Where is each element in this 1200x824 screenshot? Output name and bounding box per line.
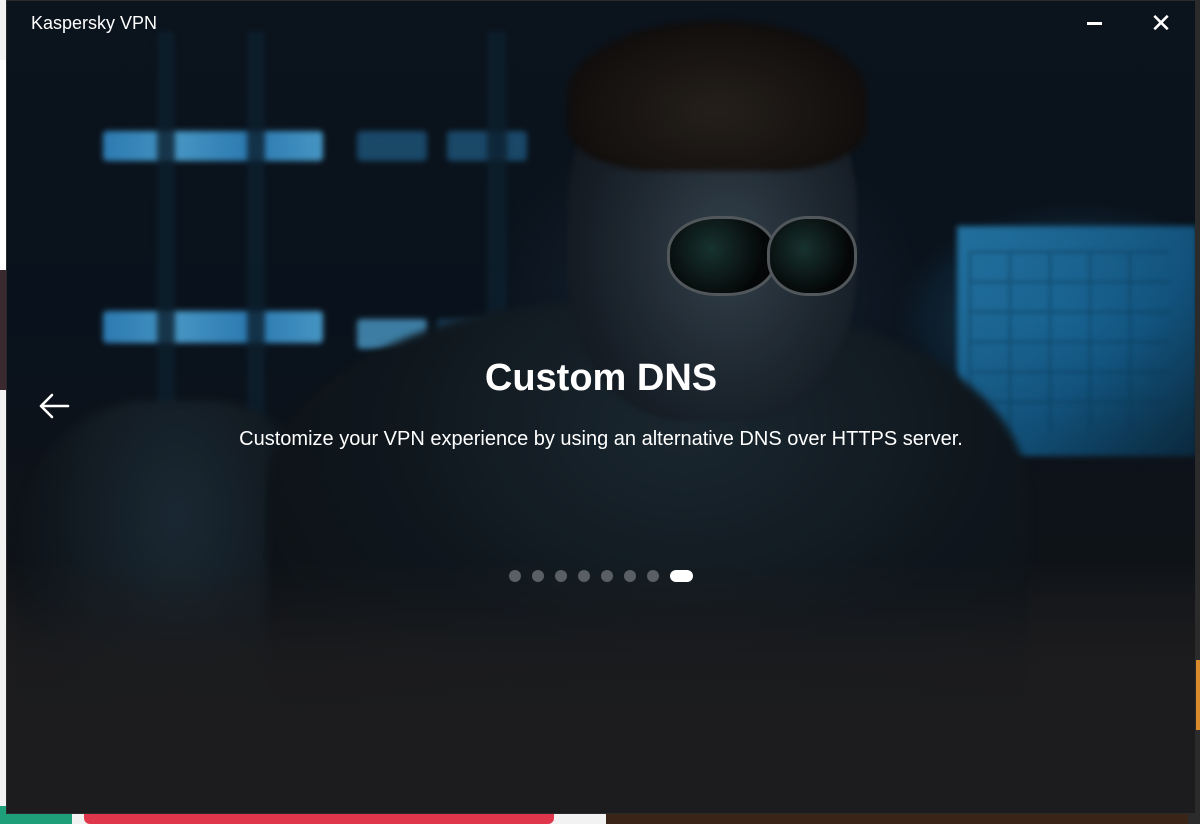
- pagination-dot[interactable]: [555, 570, 567, 582]
- app-title: Kaspersky VPN: [31, 13, 158, 33]
- slide-title: Custom DNS: [484, 357, 718, 399]
- pagination-dot[interactable]: [601, 570, 613, 582]
- title-bar: Kaspersky VPN ✕: [7, 1, 1195, 45]
- slide-description: Customize your VPN experience by using a…: [239, 428, 963, 450]
- minimize-button[interactable]: [1079, 9, 1111, 37]
- pagination-dot[interactable]: [532, 570, 544, 582]
- carousel-pagination: [509, 570, 693, 582]
- close-button[interactable]: ✕: [1145, 9, 1177, 37]
- hero-image: [7, 1, 1195, 813]
- close-icon: ✕: [1150, 8, 1172, 38]
- pagination-dot[interactable]: [509, 570, 521, 582]
- kaspersky-vpn-window: Kaspersky VPN ✕ Custom DNS Customize you…: [6, 0, 1196, 814]
- pagination-dot-active[interactable]: [670, 570, 693, 582]
- pagination-dot[interactable]: [647, 570, 659, 582]
- pagination-dot[interactable]: [578, 570, 590, 582]
- pagination-dot[interactable]: [624, 570, 636, 582]
